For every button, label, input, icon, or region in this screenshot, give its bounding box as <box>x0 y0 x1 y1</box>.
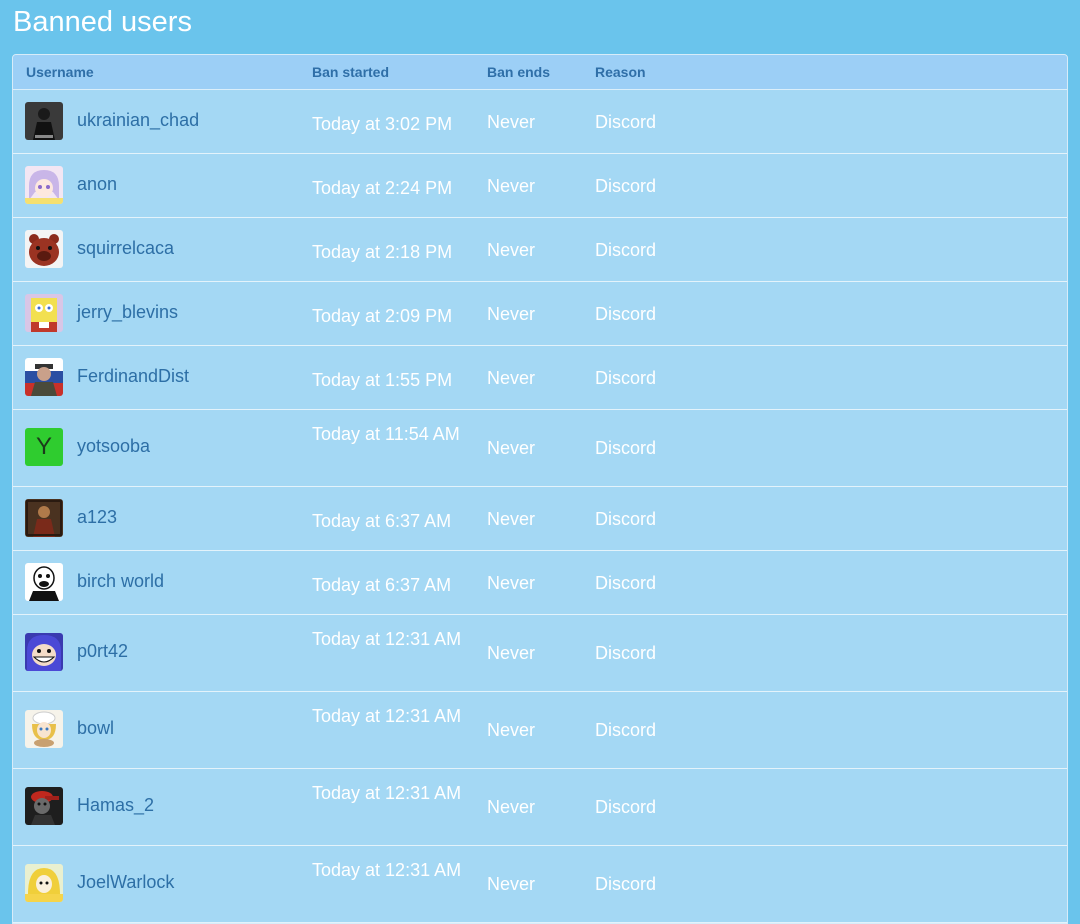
reason-cell: Discord <box>595 240 657 260</box>
reason-cell: Discord <box>595 720 657 740</box>
cartoon-sponge-avatar[interactable] <box>25 294 63 332</box>
ban-ends-cell: Never <box>487 240 536 260</box>
table-row: birch world Today at 6:37 AM Never Disco… <box>13 551 1067 615</box>
wojak-avatar[interactable] <box>25 563 63 601</box>
ban-ends-cell: Never <box>487 176 536 196</box>
reason-cell: Discord <box>595 874 657 894</box>
letter-avatar[interactable]: Y <box>25 428 63 466</box>
column-header-username[interactable]: Username <box>26 55 94 89</box>
painting-avatar[interactable] <box>25 499 63 537</box>
reason-cell: Discord <box>595 176 657 196</box>
soldier-flag-avatar[interactable] <box>25 358 63 396</box>
ban-ends-cell: Never <box>487 797 536 817</box>
username-link[interactable]: anon <box>77 174 117 195</box>
page-title: Banned users <box>13 6 192 38</box>
red-bear-avatar[interactable] <box>25 230 63 268</box>
column-header-reason[interactable]: Reason <box>595 55 646 89</box>
table-row: bowl Today at 12:31 AM Never Discord <box>13 692 1067 769</box>
column-header-ban-ends[interactable]: Ban ends <box>487 55 550 89</box>
ban-started-cell: Today at 12:31 AM <box>312 629 462 649</box>
username-link[interactable]: yotsooba <box>77 436 150 457</box>
table-row: FerdinandDist Today at 1:55 PM Never Dis… <box>13 346 1067 410</box>
reason-cell: Discord <box>595 304 657 324</box>
ban-started-cell: Today at 2:18 PM <box>312 242 453 262</box>
ban-ends-cell: Never <box>487 304 536 324</box>
reason-cell: Discord <box>595 368 657 388</box>
table-row: anon Today at 2:24 PM Never Discord <box>13 154 1067 218</box>
username-link[interactable]: jerry_blevins <box>77 302 178 323</box>
ban-started-cell: Today at 12:31 AM <box>312 860 462 880</box>
anime-girl-avatar[interactable] <box>25 166 63 204</box>
banned-users-table: Username Ban started Ban ends Reason ukr… <box>12 54 1068 924</box>
dark-figure-avatar[interactable] <box>25 102 63 140</box>
reason-cell: Discord <box>595 112 657 132</box>
reason-cell: Discord <box>595 573 657 593</box>
column-header-ban-started[interactable]: Ban started <box>312 55 389 89</box>
table-row: JoelWarlock Today at 12:31 AM Never Disc… <box>13 846 1067 923</box>
username-link[interactable]: Hamas_2 <box>77 795 154 816</box>
ban-ends-cell: Never <box>487 368 536 388</box>
table-row: Y yotsooba Today at 11:54 AM Never Disco… <box>13 410 1067 487</box>
ban-ends-cell: Never <box>487 438 536 458</box>
chef-girl-avatar[interactable] <box>25 710 63 748</box>
ban-ends-cell: Never <box>487 874 536 894</box>
ban-ends-cell: Never <box>487 720 536 740</box>
username-link[interactable]: FerdinandDist <box>77 366 189 387</box>
reason-cell: Discord <box>595 509 657 529</box>
username-link[interactable]: a123 <box>77 507 117 528</box>
red-cap-avatar[interactable] <box>25 787 63 825</box>
username-link[interactable]: bowl <box>77 718 114 739</box>
ban-ends-cell: Never <box>487 643 536 663</box>
ban-started-cell: Today at 12:31 AM <box>312 706 462 726</box>
table-row: a123 Today at 6:37 AM Never Discord <box>13 487 1067 551</box>
ban-started-cell: Today at 11:54 AM <box>312 424 460 444</box>
yellow-hood-avatar[interactable] <box>25 864 63 902</box>
table-row: ukrainian_chad Today at 3:02 PM Never Di… <box>13 90 1067 154</box>
reason-cell: Discord <box>595 797 657 817</box>
ban-started-cell: Today at 2:24 PM <box>312 178 453 198</box>
ban-started-cell: Today at 3:02 PM <box>312 114 453 134</box>
table-row: p0rt42 Today at 12:31 AM Never Discord <box>13 615 1067 692</box>
ban-started-cell: Today at 12:31 AM <box>312 783 462 803</box>
username-link[interactable]: JoelWarlock <box>77 872 174 893</box>
username-link[interactable]: birch world <box>77 571 164 592</box>
username-link[interactable]: squirrelcaca <box>77 238 174 259</box>
ban-ends-cell: Never <box>487 112 536 132</box>
table-row: jerry_blevins Today at 2:09 PM Never Dis… <box>13 282 1067 346</box>
ban-ends-cell: Never <box>487 573 536 593</box>
ban-started-cell: Today at 2:09 PM <box>312 306 453 326</box>
ban-started-cell: Today at 1:55 PM <box>312 370 453 390</box>
table-row: squirrelcaca Today at 2:18 PM Never Disc… <box>13 218 1067 282</box>
ban-started-cell: Today at 6:37 AM <box>312 511 452 531</box>
table-header-row: Username Ban started Ban ends Reason <box>13 55 1067 90</box>
username-link[interactable]: ukrainian_chad <box>77 110 199 131</box>
username-link[interactable]: p0rt42 <box>77 641 128 662</box>
troll-face-avatar[interactable] <box>25 633 63 671</box>
reason-cell: Discord <box>595 438 657 458</box>
table-row: Hamas_2 Today at 12:31 AM Never Discord <box>13 769 1067 846</box>
ban-started-cell: Today at 6:37 AM <box>312 575 452 595</box>
reason-cell: Discord <box>595 643 657 663</box>
ban-ends-cell: Never <box>487 509 536 529</box>
